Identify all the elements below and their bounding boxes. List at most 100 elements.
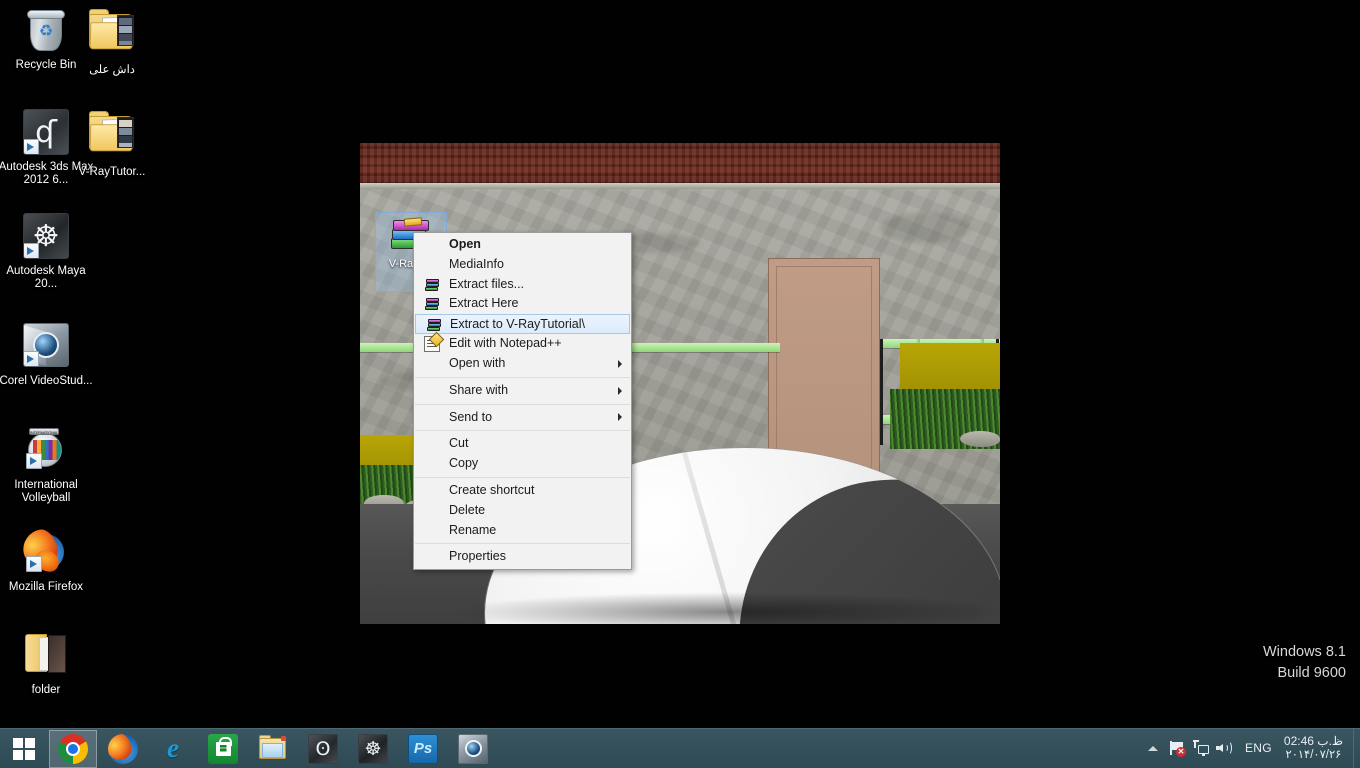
watermark-line-build: Build 9600 xyxy=(1277,665,1346,681)
flag-icon: ✕ xyxy=(1169,740,1186,757)
notepad-plus-plus-icon xyxy=(424,336,440,353)
international-volleyball-icon: INTERNATIONAL xyxy=(22,427,70,475)
file-explorer-icon xyxy=(258,734,288,764)
context-menu-item-cut[interactable]: Cut xyxy=(414,434,631,454)
context-menu-item-extract-here[interactable]: Extract Here xyxy=(414,294,631,314)
language-indicator[interactable]: ENG xyxy=(1237,741,1280,755)
network-status-button[interactable] xyxy=(1189,728,1213,768)
winrar-icon xyxy=(426,317,442,333)
folder-icon xyxy=(88,9,136,60)
show-desktop-button[interactable] xyxy=(1353,728,1360,768)
chevron-up-icon xyxy=(1147,745,1158,751)
desktop-icon-label: folder xyxy=(31,684,61,696)
taskbar-button-google-chrome[interactable] xyxy=(49,729,97,768)
firefox-icon xyxy=(108,733,138,764)
system-tray[interactable]: ✕ ENG 02:46 ظ.ب ۲۰۱۴/۰۷/۲۶ xyxy=(1141,728,1360,768)
volume-button[interactable] xyxy=(1213,728,1237,768)
taskbar-button-corel-videostudio[interactable] xyxy=(449,730,497,768)
context-menu-item-label: Open xyxy=(449,237,481,251)
chevron-right-icon xyxy=(618,386,622,395)
desktop-icon-label: Corel VideoStud... xyxy=(0,375,93,387)
context-menu-item-edit-with-notepadpp[interactable]: Edit with Notepad++ xyxy=(414,334,631,354)
context-menu-item-mediainfo[interactable]: MediaInfo xyxy=(414,255,631,275)
context-menu-item-send-to[interactable]: Send to xyxy=(414,408,631,428)
render-ball-shadow xyxy=(450,592,1000,624)
context-menu-item-open[interactable]: Open xyxy=(414,235,631,255)
desktop-icon-dash-ali-folder[interactable]: داش على xyxy=(66,6,158,77)
context-menu-item-label: Extract to V-RayTutorial\ xyxy=(450,317,585,332)
action-center-button[interactable]: ✕ xyxy=(1165,728,1189,768)
taskbar[interactable]: e ʘ ☸ Ps ✕ ENG 02:46 ظ.ب ۲۰۱۴/۰۷/۲۶ xyxy=(0,728,1360,768)
desktop-icon-international-volleyball[interactable]: INTERNATIONAL International Volleyball xyxy=(0,424,101,505)
desktop-icon-label: International Volleyball xyxy=(14,479,78,504)
clock[interactable]: 02:46 ظ.ب ۲۰۱۴/۰۷/۲۶ xyxy=(1280,734,1353,762)
desktop-icon-corel-videostudio[interactable]: Corel VideoStud... xyxy=(0,320,101,388)
autodesk-maya-icon: ☸ xyxy=(358,733,388,764)
corel-videostudio-icon xyxy=(22,323,70,371)
context-menu-separator xyxy=(415,430,630,432)
autodesk-3ds-max-icon: ʘ xyxy=(308,733,338,764)
context-menu-item-label: Copy xyxy=(449,456,479,471)
context-menu-item-label: Share with xyxy=(449,382,509,397)
render-fence-post-dark xyxy=(880,339,883,445)
photoshop-icon: Ps xyxy=(408,733,438,764)
context-menu-item-label: Extract files... xyxy=(449,276,525,291)
mozilla-firefox-icon xyxy=(19,526,70,577)
show-hidden-icons-button[interactable] xyxy=(1141,728,1165,768)
context-menu-item-extract-to-folder[interactable]: Extract to V-RayTutorial\ xyxy=(415,314,630,335)
chevron-right-icon xyxy=(618,359,622,368)
context-menu-item-label: Edit with Notepad++ xyxy=(449,336,562,351)
context-menu-item-delete[interactable]: Delete xyxy=(414,501,631,521)
taskbar-button-windows-store[interactable] xyxy=(199,730,247,768)
context-menu-separator xyxy=(415,376,630,378)
winrar-icon xyxy=(424,277,440,293)
chevron-right-icon xyxy=(618,413,622,422)
context-menu-item-label: Open with xyxy=(449,355,506,370)
context-menu-item-rename[interactable]: Rename xyxy=(414,521,631,541)
taskbar-button-file-explorer[interactable] xyxy=(249,730,297,768)
clock-date: ۲۰۱۴/۰۷/۲۶ xyxy=(1285,749,1342,761)
context-menu[interactable]: Open MediaInfo Extract files... Extract … xyxy=(413,232,632,571)
context-menu-item-copy[interactable]: Copy xyxy=(414,454,631,474)
desktop-icon-vraytutorial-folder[interactable]: V-RayTutor... xyxy=(66,108,158,179)
render-stone xyxy=(960,431,1000,447)
context-menu-item-label: Cut xyxy=(449,436,469,451)
desktop-icon-mozilla-firefox[interactable]: Mozilla Firefox xyxy=(0,526,101,594)
open-folder-icon xyxy=(22,632,70,680)
context-menu-item-create-shortcut[interactable]: Create shortcut xyxy=(414,481,631,501)
folder-icon xyxy=(88,111,136,162)
context-menu-separator xyxy=(415,403,630,405)
context-menu-item-open-with[interactable]: Open with xyxy=(414,354,631,374)
taskbar-button-adobe-photoshop[interactable]: Ps xyxy=(399,730,447,768)
context-menu-item-properties[interactable]: Properties xyxy=(414,547,631,567)
taskbar-button-mozilla-firefox[interactable] xyxy=(99,730,147,768)
desktop[interactable]: V-RayT... ♻ Recycle Bin داش على ʠ Autode… xyxy=(0,0,1360,730)
render-wall-stain xyxy=(880,213,970,243)
windows-logo-icon xyxy=(13,737,35,760)
context-menu-item-label: Delete xyxy=(449,502,486,517)
start-button[interactable] xyxy=(0,729,48,768)
context-menu-item-label: Properties xyxy=(449,549,506,564)
desktop-icon-autodesk-maya[interactable]: ☸ Autodesk Maya 20... xyxy=(0,212,98,291)
desktop-icon-label: داش على xyxy=(89,64,135,76)
chrome-icon xyxy=(58,733,88,764)
speaker-icon xyxy=(1216,740,1233,756)
corel-videostudio-icon xyxy=(458,733,488,764)
render-roof xyxy=(360,143,1000,185)
context-menu-item-label: Rename xyxy=(449,522,497,537)
context-menu-item-share-with[interactable]: Share with xyxy=(414,381,631,401)
windows-store-icon xyxy=(208,733,238,764)
desktop-icon-folder[interactable]: folder xyxy=(0,628,101,697)
taskbar-button-autodesk-maya[interactable]: ☸ xyxy=(349,730,397,768)
context-menu-item-extract-files[interactable]: Extract files... xyxy=(414,275,631,295)
taskbar-button-internet-explorer[interactable]: e xyxy=(149,730,197,768)
context-menu-separator xyxy=(415,543,630,545)
network-icon xyxy=(1192,740,1209,756)
desktop-icon-label: Autodesk Maya 20... xyxy=(6,265,86,290)
context-menu-item-label: Create shortcut xyxy=(449,482,535,497)
taskbar-button-autodesk-3ds-max[interactable]: ʘ xyxy=(299,730,347,768)
autodesk-maya-icon: ☸ xyxy=(22,213,70,261)
autodesk-3ds-max-icon: ʠ xyxy=(22,109,70,157)
context-menu-item-label: Send to xyxy=(449,409,493,424)
internet-explorer-icon: e xyxy=(167,733,179,763)
